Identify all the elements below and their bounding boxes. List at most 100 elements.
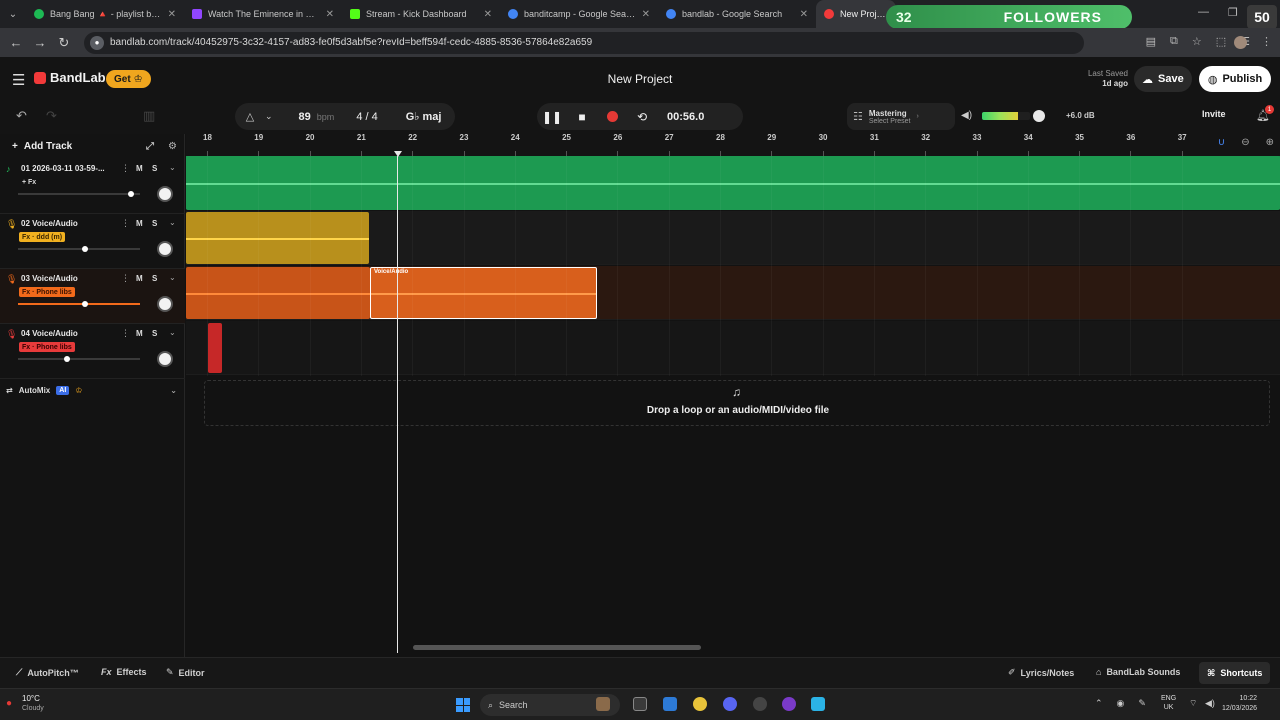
cast-icon[interactable]: ⧉ (1170, 35, 1178, 48)
lane-track-1[interactable] (186, 156, 1280, 210)
pan-knob[interactable] (157, 241, 173, 257)
chevron-down-icon[interactable]: ⌄ (169, 163, 176, 172)
close-icon[interactable]: ✕ (168, 9, 176, 20)
task-view-icon[interactable] (633, 697, 647, 711)
audio-region[interactable] (186, 156, 1280, 210)
volume-thumb[interactable] (63, 356, 70, 362)
close-icon[interactable]: ✕ (642, 9, 650, 20)
profile-avatar[interactable] (1234, 36, 1247, 49)
time-signature[interactable]: 4 / 4 (356, 111, 377, 123)
fx-button[interactable]: Fx · ddd (m) (19, 232, 66, 242)
browser-tab-spotify[interactable]: Bang Bang 🔺 - playlist by aad ✕ (26, 0, 184, 28)
browser-tab-google-2[interactable]: bandlab - Google Search ✕ (658, 0, 816, 28)
track-name[interactable]: 03 Voice/Audio (21, 274, 116, 283)
mute-button[interactable]: M (136, 164, 143, 173)
zoom-in-icon[interactable]: ⊕ (1266, 137, 1274, 148)
close-icon[interactable]: ✕ (484, 9, 492, 20)
automix-row[interactable]: ⇄ AutoMix AI ♔ ⌄ (0, 379, 185, 401)
track-menu-icon[interactable]: ⋮ (121, 218, 130, 229)
stop-icon[interactable]: ■ (567, 110, 597, 124)
solo-button[interactable]: S (152, 164, 157, 173)
redo-icon[interactable]: ↷ (46, 108, 57, 124)
solo-button[interactable]: S (152, 274, 157, 283)
browser-tab-twitch[interactable]: Watch The Eminence in Shadow ✕ (184, 0, 342, 28)
volume-thumb[interactable] (82, 246, 89, 252)
playhead-handle[interactable] (394, 151, 402, 157)
piano-keys-icon[interactable]: ▥ (143, 108, 155, 124)
lane-track-3[interactable]: Voice/Audio (186, 266, 1280, 320)
browser-tab-bandlab[interactable]: New Project (816, 0, 896, 28)
editor-button[interactable]: ✎ Editor (166, 667, 205, 678)
pan-knob[interactable] (157, 186, 173, 202)
weather-widget[interactable]: 10°C Cloudy (22, 694, 44, 714)
close-icon[interactable]: ✕ (800, 9, 808, 20)
lane-track-4[interactable] (186, 321, 1280, 375)
audio-region[interactable] (208, 323, 222, 373)
track-header-3[interactable]: 🎙︎ 03 Voice/Audio ⋮ M S ⌄ Fx · Phone lib… (0, 269, 185, 324)
restore-icon[interactable]: ❐ (1228, 6, 1238, 19)
solo-button[interactable]: S (152, 219, 157, 228)
track-volume-slider[interactable] (18, 356, 140, 362)
chevron-down-icon[interactable]: ⌄ (169, 273, 176, 282)
forward-icon[interactable]: → (28, 35, 52, 50)
chevron-down-icon[interactable]: ⌄ (169, 218, 176, 227)
track-header-1[interactable]: ♪ 01 2026-03-11 03-59-... ⋮ M S ⌄ + Fx (0, 159, 185, 214)
bpm-value[interactable]: 89 (299, 111, 311, 123)
menu-icon[interactable]: ☰ (12, 71, 25, 89)
chevron-down-icon[interactable]: ⌄ (170, 386, 177, 395)
mute-button[interactable]: M (136, 274, 143, 283)
bookmark-star-icon[interactable]: ☆ (1192, 35, 1202, 48)
browser-tab-google-1[interactable]: banditcamp - Google Search ✕ (500, 0, 658, 28)
reload-icon[interactable]: ↻ (52, 35, 76, 51)
url-text[interactable]: bandlab.com/track/40452975-3c32-4157-ad8… (110, 37, 592, 48)
solo-button[interactable]: S (152, 329, 157, 338)
track-name[interactable]: 04 Voice/Audio (21, 329, 116, 338)
track-menu-icon[interactable]: ⋮ (121, 273, 130, 284)
pan-knob[interactable] (157, 351, 173, 367)
lane-track-2[interactable] (186, 211, 1280, 265)
volume-thumb[interactable] (82, 301, 89, 307)
wand-icon[interactable]: ⤢ (146, 141, 154, 152)
key-signature[interactable]: G♭ maj (406, 110, 442, 123)
windows-start-icon[interactable] (456, 698, 470, 712)
audio-region[interactable] (186, 212, 369, 264)
project-title[interactable]: New Project (560, 72, 720, 86)
fx-button[interactable]: Fx · Phone libs (19, 342, 75, 352)
selected-audio-region[interactable]: Voice/Audio (370, 267, 597, 319)
chrome-icon[interactable] (693, 697, 707, 711)
loop-icon[interactable]: ⟲ (627, 110, 657, 124)
chevron-up-icon[interactable]: ⌃ (1095, 698, 1103, 709)
extensions-icon[interactable]: ⬚ (1216, 35, 1226, 48)
browser-tab-kick[interactable]: Stream - Kick Dashboard ✕ (342, 0, 500, 28)
minimize-icon[interactable]: — (1198, 6, 1209, 18)
horizontal-scrollbar[interactable] (413, 645, 701, 650)
fx-button[interactable]: Fx · Phone libs (19, 287, 75, 297)
chevron-down-icon[interactable]: ⌄ (265, 111, 273, 122)
save-button[interactable]: ☁ Save (1134, 66, 1192, 92)
track-name[interactable]: 01 2026-03-11 03-59-... (21, 164, 116, 173)
audio-region[interactable] (186, 267, 370, 319)
timeline-ruler[interactable]: ∪ ⊖ ⊕ 18 19 20 21 22 23 24 25 26 27 28 29 30 31 32 33 34… (186, 133, 1280, 156)
language-indicator[interactable]: ENG UK (1161, 694, 1176, 712)
pan-knob[interactable] (157, 296, 173, 312)
record-button[interactable] (597, 111, 627, 122)
volume-thumb[interactable] (128, 191, 135, 197)
track-header-2[interactable]: 🎙︎ 02 Voice/Audio ⋮ M S ⌄ Fx · ddd (m) (0, 214, 185, 269)
chevron-down-icon[interactable]: ⌄ (169, 328, 176, 337)
add-track-button[interactable]: + Add Track ⤢ ⚙ (0, 134, 185, 159)
reader-icon[interactable]: ▤ (1146, 35, 1156, 48)
pause-icon[interactable]: ❚❚ (537, 110, 567, 124)
fx-button[interactable]: + Fx (19, 177, 39, 187)
clock[interactable]: 10:22 12/03/2026 (1222, 694, 1257, 714)
playhead[interactable] (397, 156, 398, 653)
notepad-icon[interactable] (811, 697, 825, 711)
undo-icon[interactable]: ↶ (16, 108, 27, 124)
mute-button[interactable]: M (136, 219, 143, 228)
site-info-icon[interactable]: ● (90, 35, 104, 50)
back-icon[interactable]: ← (4, 35, 28, 50)
mute-button[interactable]: M (136, 329, 143, 338)
zoom-out-icon[interactable]: ⊖ (1241, 137, 1249, 148)
store-icon[interactable] (663, 697, 677, 711)
more-menu-icon[interactable]: ⋮ (1261, 35, 1272, 48)
address-bar[interactable]: ● bandlab.com/track/40452975-3c32-4157-a… (84, 31, 1084, 54)
